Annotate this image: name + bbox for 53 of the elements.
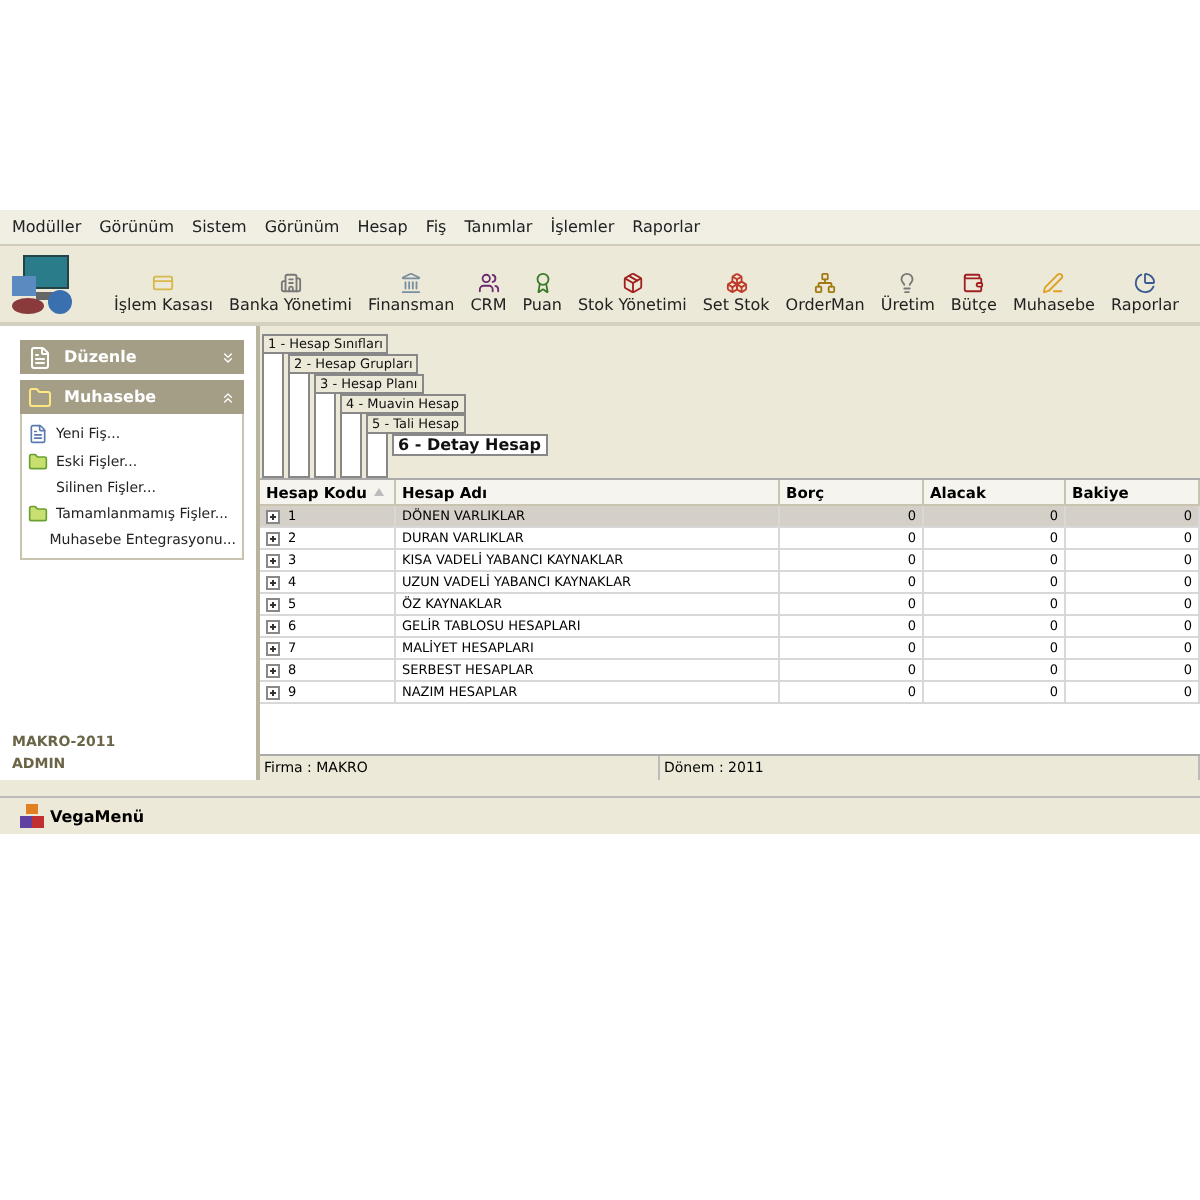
expand-icon[interactable] [266,685,280,699]
menu-item[interactable]: Sistem [192,218,247,236]
folder-icon [28,504,48,524]
sort-arrow-icon [374,488,385,496]
wallet-icon [962,272,985,294]
menu-item[interactable]: Hesap [357,218,408,236]
expand-icon[interactable] [266,509,280,523]
folder-icon [28,385,52,409]
cubes-icon [20,804,44,828]
hierarchy-level-tab[interactable]: 6 - Detay Hesap [392,434,548,456]
expand-icon[interactable] [266,575,280,589]
menu-item[interactable]: Fiş [425,218,447,236]
pie-chart-icon [1133,272,1156,294]
menu-item[interactable]: Görünüm [99,218,174,236]
pen-icon [1042,272,1065,294]
users-icon [477,272,500,294]
taskbar-button[interactable]: VegaMenü [20,804,145,828]
toolbar-button[interactable]: CRM [468,272,509,322]
toolbar-button[interactable]: OrderMan [783,272,867,322]
notepad-icon [28,345,52,369]
toolbar-button[interactable]: Üretim [878,272,937,322]
expand-icon [220,349,236,365]
menu-item[interactable]: Raporlar [632,218,701,236]
network-icon [814,272,837,294]
toolbar-button[interactable]: Raporlar [1108,272,1181,322]
toolbar-button[interactable]: Finansman [365,272,457,322]
package-icon [621,272,644,294]
menu-item[interactable]: Modüller [12,218,82,236]
menu-item[interactable]: Tanımlar [464,218,533,236]
expand-icon[interactable] [266,619,280,633]
card-icon [152,272,175,294]
expand-icon[interactable] [266,597,280,611]
folder-icon [28,452,48,472]
toolbar-button[interactable]: Puan [520,272,564,322]
expand-icon[interactable] [266,553,280,567]
menu-item[interactable]: İşlemler [550,218,615,236]
expand-icon[interactable] [266,531,280,545]
document-icon [28,424,48,444]
toolbar-button[interactable]: Banka Yönetimi [226,272,354,322]
expand-icon[interactable] [266,663,280,677]
toolbar-button[interactable]: Muhasebe [1010,272,1097,322]
boxes-icon [725,272,748,294]
expand-icon[interactable] [266,641,280,655]
toolbar-button[interactable]: İşlem Kasası [112,272,215,322]
menu-item[interactable]: Görünüm [264,218,340,236]
toolbar-button[interactable]: Set Stok [700,272,772,322]
building-icon [279,272,302,294]
award-icon [531,272,554,294]
collapse-icon [220,389,236,405]
bank-icon [400,272,423,294]
lightbulb-icon [896,272,919,294]
toolbar-button[interactable]: Bütçe [948,272,999,322]
toolbar-button[interactable]: Stok Yönetimi [575,272,689,322]
